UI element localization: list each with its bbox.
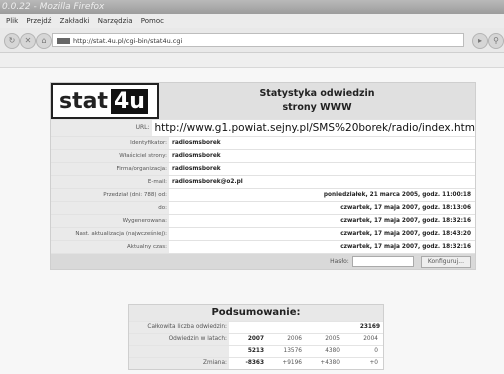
stat4u-logo[interactable]: stat 4u: [51, 83, 159, 119]
detail-row-range-to: do: czwartek, 17 maja 2007, godz. 18:13:…: [51, 201, 475, 214]
home-icon[interactable]: ⌂: [36, 33, 52, 49]
window-title: 0.0.22 - Mozilla Firefox: [0, 0, 504, 14]
go-icon[interactable]: ▸: [472, 33, 488, 49]
menu-pomoc[interactable]: Pomoc: [141, 17, 164, 25]
detail-row-email: E-mail: radiosmsborek@o2.pl: [51, 175, 475, 188]
reload-icon[interactable]: ↻: [4, 33, 20, 49]
detail-row-owner: Właściciel strony: radiosmsborek: [51, 149, 475, 162]
menu-narzedzia[interactable]: Narzędzia: [98, 17, 133, 25]
navigation-toolbar: ↻ ✕ ⌂ http://stat.4u.pl/cgi-bin/stat4u.c…: [0, 28, 504, 53]
page-content: stat 4u Statystyka odwiedzin strony WWW U…: [0, 68, 504, 374]
detail-row-organization: Firma/organizacja: radiosmsborek: [51, 162, 475, 175]
menu-zakladki[interactable]: Zakładki: [60, 17, 90, 25]
detail-row-generated: Wygenerowana: czwartek, 17 maja 2007, go…: [51, 214, 475, 227]
summary-title: Podsumowanie:: [129, 305, 383, 321]
address-url: http://stat.4u.pl/cgi-bin/stat4u.cgi: [73, 37, 183, 45]
summary-years-row: Odwiedzin w latach: 2007 2006 2005 2004: [129, 333, 383, 345]
stop-icon[interactable]: ✕: [20, 33, 36, 49]
email-link[interactable]: radiosmsborek@o2.pl: [169, 176, 475, 188]
configure-button[interactable]: Konfiguruj...: [420, 255, 471, 268]
statistics-panel: stat 4u Statystyka odwiedzin strony WWW U…: [50, 82, 476, 270]
address-bar[interactable]: http://stat.4u.pl/cgi-bin/stat4u.cgi: [52, 33, 464, 47]
detail-row-url: URL: http://www.g1.powiat.sejny.pl/SMS%2…: [51, 119, 475, 136]
summary-table: Podsumowanie: Całkowita liczba odwiedzin…: [128, 304, 384, 370]
site-url-link[interactable]: http://www.g1.powiat.sejny.pl/SMS%20bore…: [152, 120, 476, 136]
search-icon[interactable]: ⚲: [488, 33, 504, 49]
password-label: Hasło:: [330, 257, 349, 265]
detail-row-next-update: Nast. aktualizacja (najwcześniej): czwar…: [51, 227, 475, 240]
menu-plik[interactable]: Plik: [6, 17, 18, 25]
summary-change-row: Zmiana: -8363 +9196 +4380 +0: [129, 357, 383, 369]
menu-bar: Plik Przejdź Zakładki Narzędzia Pomoc: [0, 14, 504, 28]
detail-row-identifier: Identyfikator: radiosmsborek: [51, 136, 475, 149]
password-row: Hasło: Konfiguruj...: [51, 253, 475, 269]
page-title: Statystyka odwiedzin strony WWW: [159, 83, 475, 119]
password-input[interactable]: [351, 256, 414, 267]
bookmarks-toolbar: [0, 53, 504, 68]
total-visits-value: 23169: [359, 324, 380, 330]
detail-row-range-from: Przedział (dni: 788) od: poniedziałek, 2…: [51, 188, 475, 201]
summary-counts-row: 5213 13576 4380 0: [129, 345, 383, 357]
menu-przejdz[interactable]: Przejdź: [26, 17, 51, 25]
summary-total-row: Całkowita liczba odwiedzin: 23169: [129, 321, 383, 333]
detail-row-current-time: Aktualny czas: czwartek, 17 maja 2007, g…: [51, 240, 475, 253]
panel-header: stat 4u Statystyka odwiedzin strony WWW: [51, 83, 475, 119]
site-favicon-icon: [57, 38, 70, 44]
